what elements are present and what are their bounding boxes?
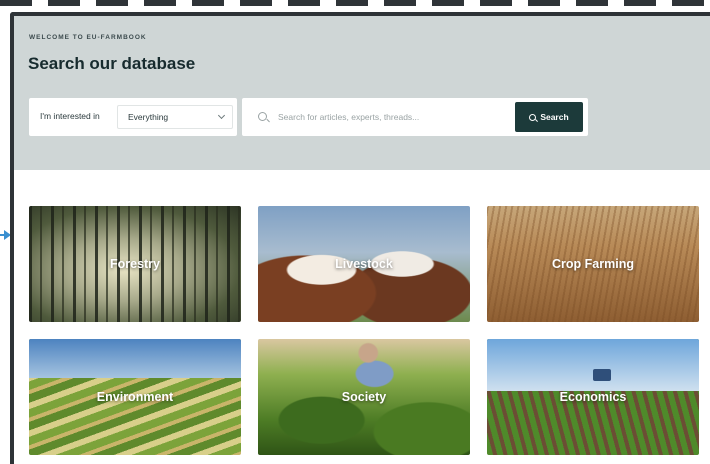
interest-select-value: Everything [128, 112, 169, 122]
page-title: Search our database [28, 54, 196, 73]
search-bar: Search [242, 98, 588, 136]
category-card-environment[interactable]: Environment [29, 339, 241, 455]
interest-select[interactable]: Everything [117, 105, 233, 129]
category-label: Society [341, 390, 387, 404]
hero-section: WELCOME TO EU-FARMBOOK Search our databa… [14, 16, 710, 170]
category-card-economics[interactable]: Economics [487, 339, 699, 455]
dashed-border [0, 0, 710, 6]
browser-frame: WELCOME TO EU-FARMBOOK Search our databa… [10, 12, 710, 464]
search-input[interactable] [278, 107, 508, 127]
interest-filter: I'm interested in Everything [29, 98, 237, 136]
category-label: Economics [559, 390, 627, 404]
tractor-image [593, 369, 611, 381]
search-button-label: Search [540, 112, 569, 122]
category-label: Livestock [335, 257, 393, 271]
hero-eyebrow: WELCOME TO EU-FARMBOOK [29, 34, 147, 41]
category-card-forestry[interactable]: Forestry [29, 206, 241, 322]
category-label: Crop Farming [552, 257, 634, 271]
category-card-crop-farming[interactable]: Crop Farming [487, 206, 699, 322]
chevron-down-icon [217, 111, 226, 120]
category-card-livestock[interactable]: Livestock [258, 206, 470, 322]
filter-label: I'm interested in [40, 111, 100, 121]
search-button-icon [529, 113, 537, 121]
search-button[interactable]: Search [515, 102, 583, 132]
category-label: Forestry [109, 257, 161, 271]
category-card-society[interactable]: Society [258, 339, 470, 455]
category-label: Environment [96, 390, 174, 404]
search-icon [258, 112, 267, 121]
